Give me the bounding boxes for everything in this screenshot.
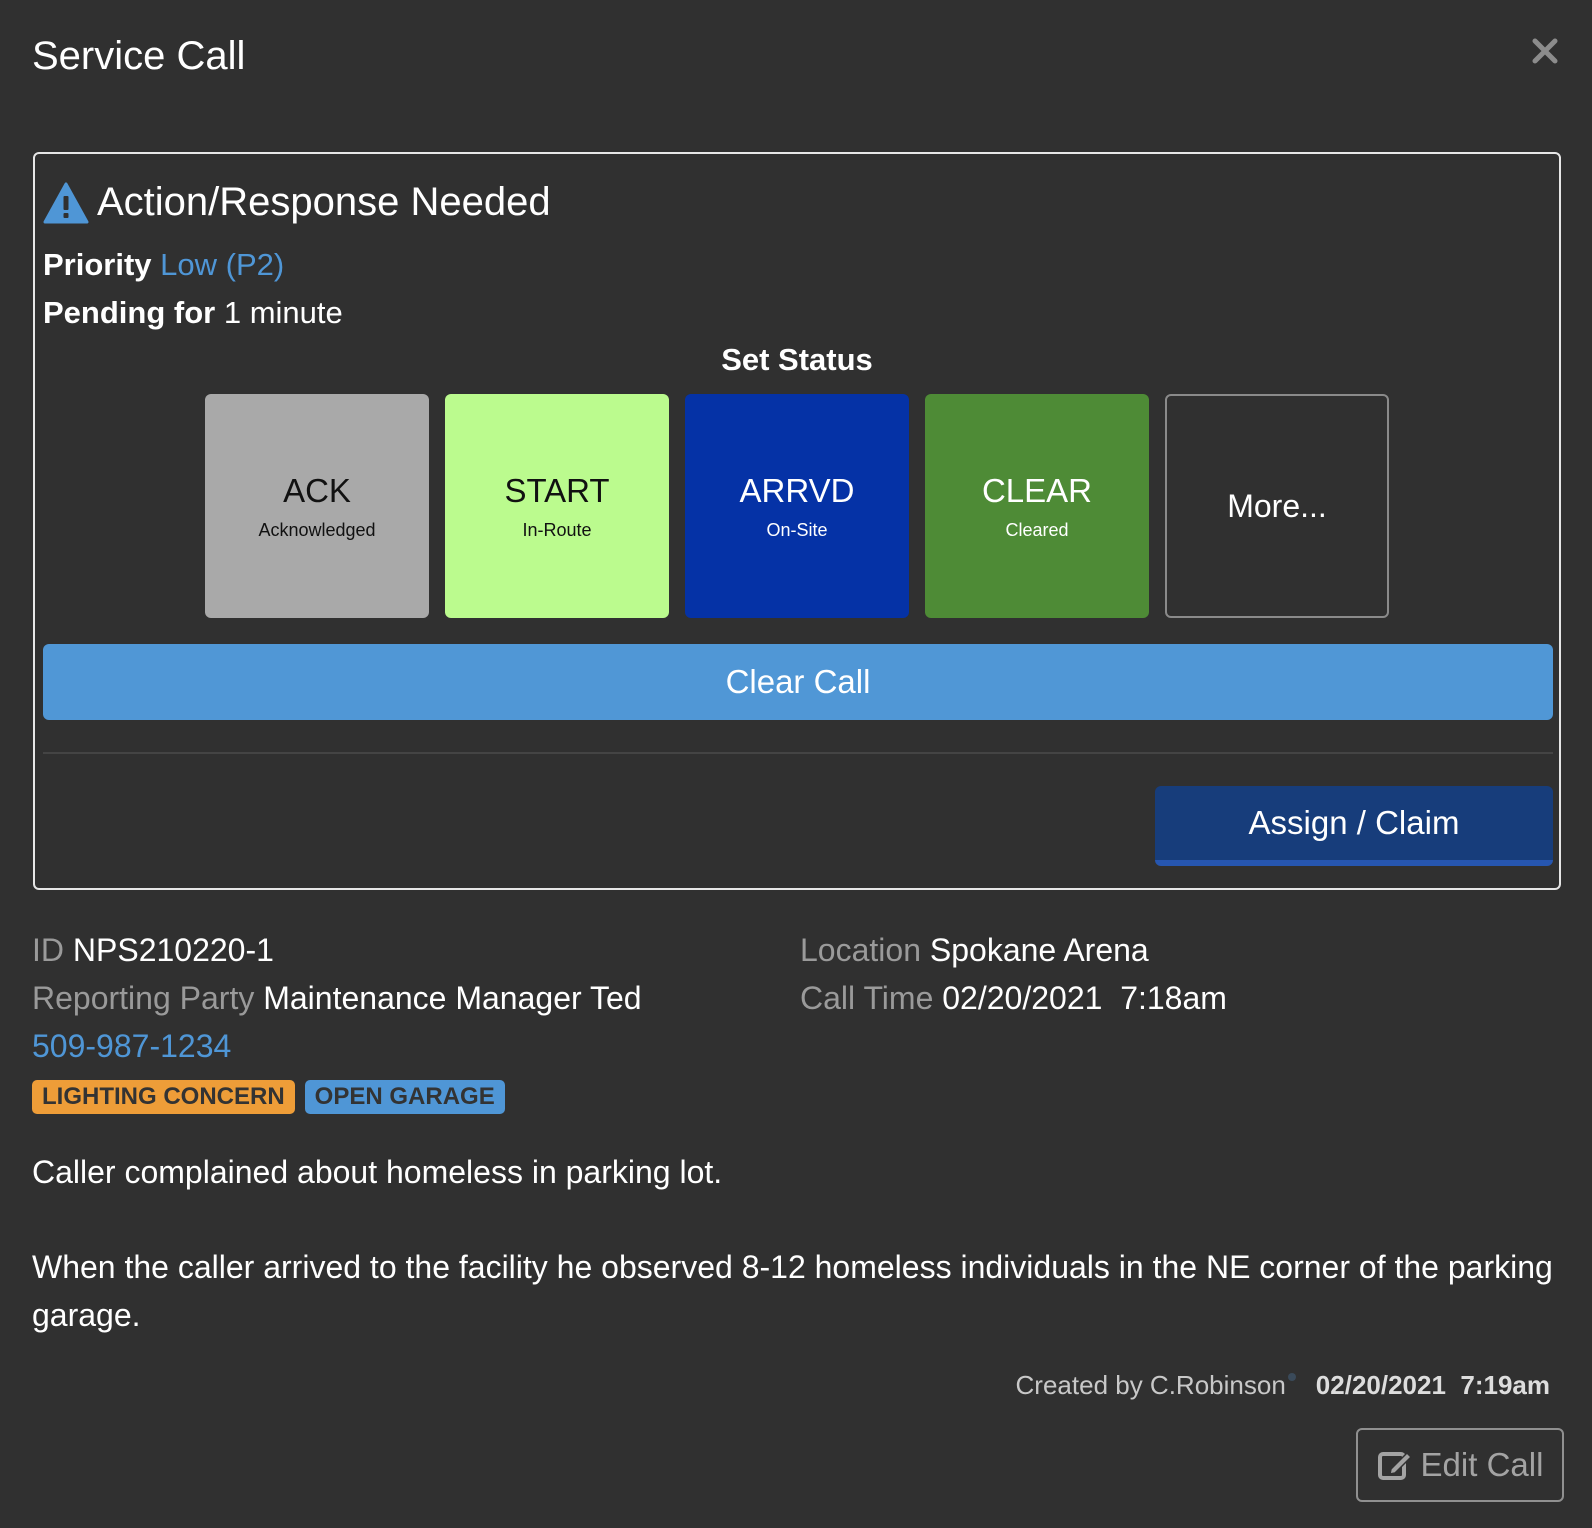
priority-value: Low (P2) [160, 247, 285, 282]
status-buttons: ACK Acknowledged START In-Route ARRVD On… [205, 394, 1389, 618]
description-line: Caller complained about homeless in park… [32, 1154, 723, 1190]
phone-link[interactable]: 509-987-1234 [32, 1022, 642, 1070]
call-details-right: Location Spokane Arena Call Time 02/20/2… [800, 926, 1227, 1022]
status-code: ACK [283, 471, 351, 509]
pending-label: Pending for [43, 295, 216, 330]
status-code: CLEAR [981, 471, 1093, 509]
status-sub: In-Route [522, 519, 592, 540]
close-button[interactable] [1530, 36, 1560, 66]
divider [43, 752, 1553, 754]
status-more-label: More... [1227, 487, 1327, 524]
modal-title: Service Call [32, 34, 246, 78]
status-code: START [504, 471, 610, 509]
status-clear-button[interactable]: CLEAR Cleared [925, 394, 1149, 618]
alert-header: Action/Response Needed [43, 180, 551, 225]
created-info: Created by C.Robinson 02/20/2021 7:19am [1016, 1370, 1550, 1401]
status-start-button[interactable]: START In-Route [445, 394, 669, 618]
action-panel: Action/Response Needed Priority Low (P2)… [33, 152, 1561, 890]
edit-icon [1377, 1451, 1412, 1480]
user-status-icon [1287, 1372, 1296, 1381]
location-row: Location Spokane Arena [800, 926, 1227, 974]
close-icon [1532, 38, 1558, 64]
priority-row: Priority Low (P2) [43, 247, 284, 283]
reporting-party-row: Reporting Party Maintenance Manager Ted [32, 974, 642, 1022]
reporting-party-label: Reporting Party [32, 980, 255, 1016]
created-by: Created by C.Robinson [1015, 1370, 1286, 1400]
tag-list: LIGHTING CONCERN OPEN GARAGE [32, 1080, 505, 1114]
status-ack-button[interactable]: ACK Acknowledged [205, 394, 429, 618]
reporting-party-value: Maintenance Manager Ted [263, 980, 642, 1016]
id-value: NPS210220-1 [72, 932, 274, 968]
assign-claim-button[interactable]: Assign / Claim [1155, 786, 1553, 866]
call-time-label: Call Time [800, 980, 934, 1016]
pending-value: 1 minute [223, 295, 343, 330]
status-sub: On-Site [766, 519, 828, 540]
edit-call-button[interactable]: Edit Call [1356, 1428, 1564, 1502]
status-more-button[interactable]: More... [1165, 394, 1389, 618]
warning-triangle-icon [43, 182, 89, 223]
call-time-row: Call Time 02/20/2021 7:18am [800, 974, 1227, 1022]
id-row: ID NPS210220-1 [32, 926, 642, 974]
tag-badge: LIGHTING CONCERN [32, 1080, 295, 1114]
priority-label: Priority [43, 247, 152, 282]
status-sub: Cleared [1005, 519, 1069, 540]
location-value: Spokane Arena [929, 932, 1149, 968]
call-details-left: ID NPS210220-1 Reporting Party Maintenan… [32, 926, 642, 1070]
tag-badge: OPEN GARAGE [304, 1080, 505, 1114]
set-status-heading: Set Status [721, 342, 873, 377]
edit-call-label: Edit Call [1420, 1446, 1544, 1483]
location-label: Location [800, 932, 921, 968]
created-at: 02/20/2021 7:19am [1315, 1370, 1550, 1400]
alert-title: Action/Response Needed [97, 180, 551, 224]
clear-call-button[interactable]: Clear Call [43, 644, 1553, 720]
status-sub: Acknowledged [258, 519, 376, 540]
pending-row: Pending for 1 minute [43, 295, 343, 331]
description-line: When the caller arrived to the facility … [32, 1249, 1553, 1333]
id-label: ID [32, 932, 64, 968]
status-code: ARRVD [739, 471, 855, 509]
call-time-value: 02/20/2021 7:18am [942, 980, 1227, 1016]
status-arrvd-button[interactable]: ARRVD On-Site [685, 394, 909, 618]
